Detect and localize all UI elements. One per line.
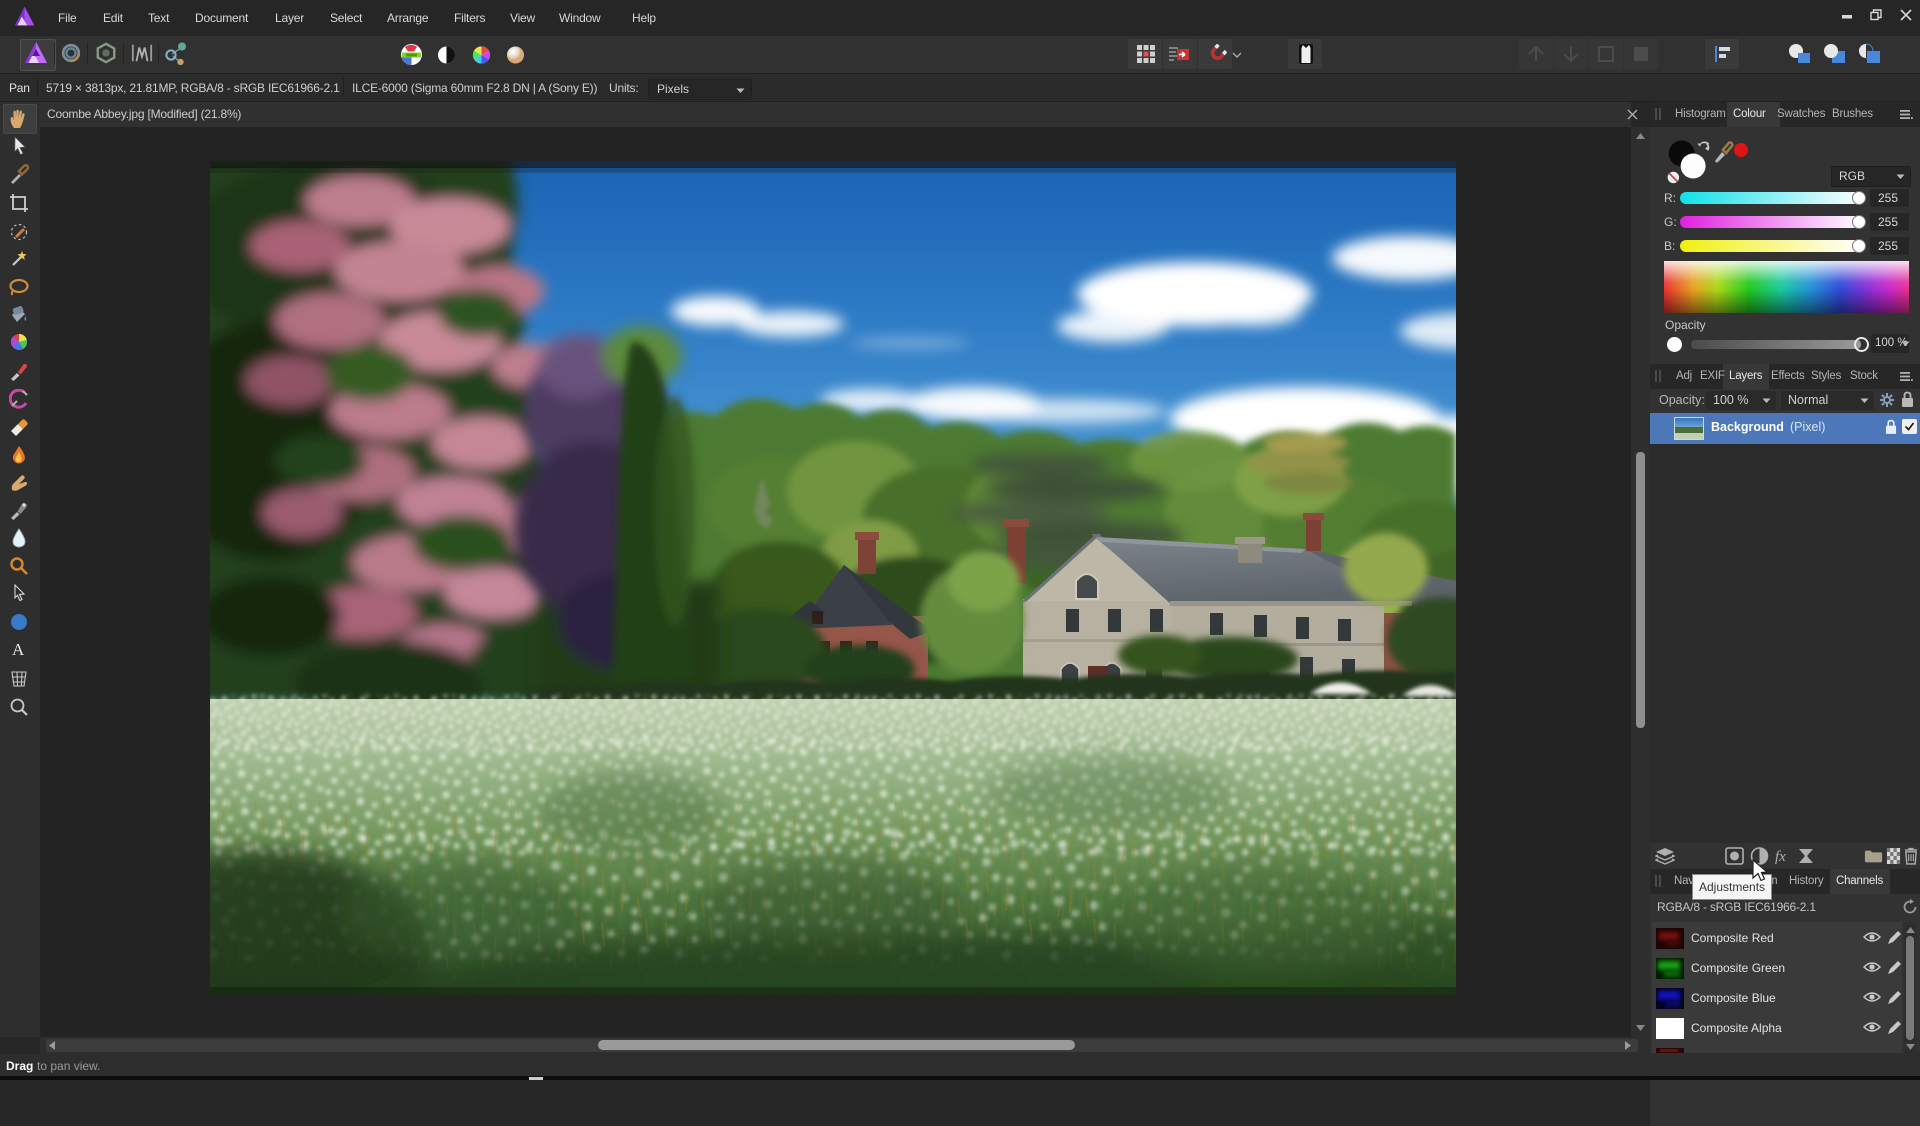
svg-text:fx: fx xyxy=(1775,849,1786,865)
